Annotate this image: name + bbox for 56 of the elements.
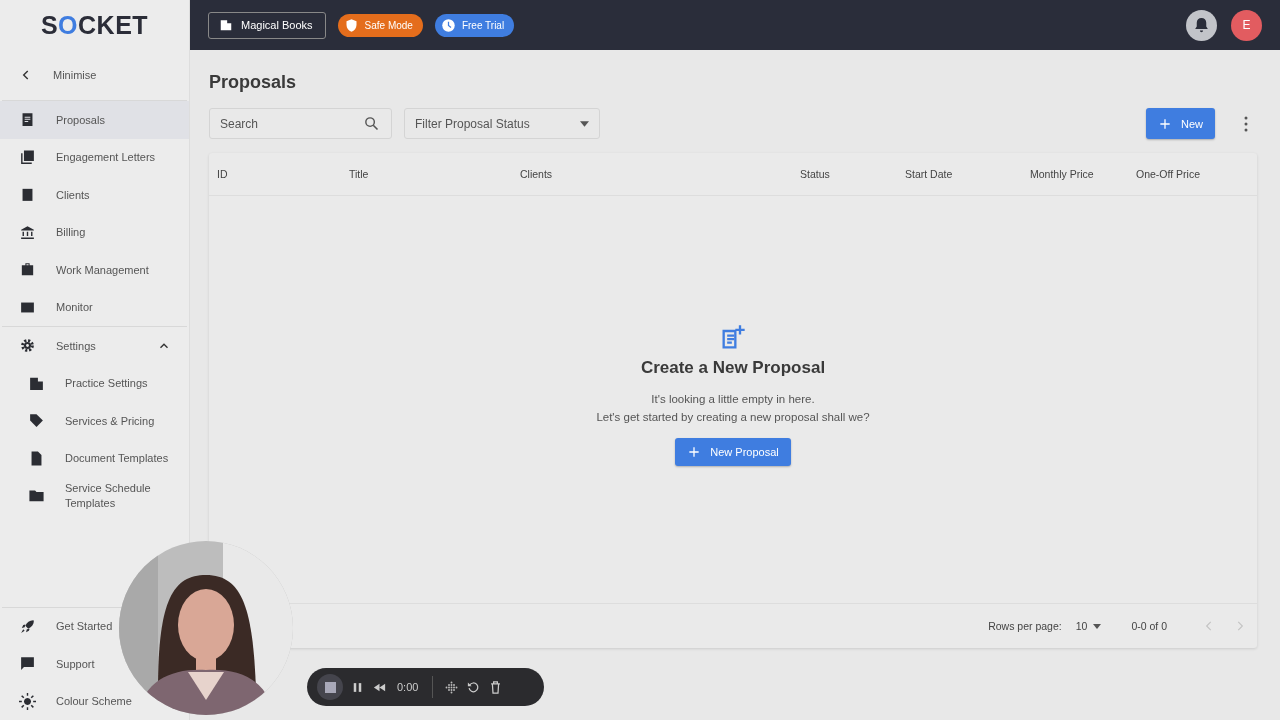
page-range: 0-0 of 0 [1131, 620, 1167, 632]
column-header[interactable]: Monthly Price [1030, 168, 1136, 180]
nav-item[interactable]: Work Management [0, 251, 189, 289]
status-dropdown[interactable]: Filter Proposal Status [404, 108, 600, 139]
new-proposal-button[interactable]: New Proposal [675, 438, 791, 466]
dropdown-arrow-icon [1093, 623, 1102, 629]
empty-message: It's looking a little empty in here. [651, 392, 815, 407]
new-button[interactable]: New [1146, 108, 1215, 139]
status-badge[interactable]: Free Trial [434, 13, 515, 37]
nav-item[interactable]: Practice Settings [0, 364, 189, 402]
search-field[interactable]: Search [209, 108, 392, 139]
column-header[interactable]: Start Date [905, 168, 1030, 180]
gear-icon [19, 337, 36, 355]
letters-icon [19, 148, 36, 166]
plus-icon [1158, 116, 1172, 131]
clock-icon [440, 17, 456, 33]
building-icon [219, 18, 233, 32]
stop-button[interactable] [317, 674, 343, 700]
rocket-icon[interactable] [19, 617, 36, 635]
sun-icon[interactable] [19, 692, 36, 710]
practice-button[interactable]: Magical Books [208, 11, 326, 39]
tag-icon [28, 412, 45, 430]
logo: SOCKET [40, 10, 149, 40]
column-header[interactable]: Status [800, 168, 905, 180]
notifications-button[interactable] [1186, 9, 1217, 41]
search-icon [363, 115, 380, 132]
more-icon[interactable] [1243, 114, 1249, 133]
page-title: Proposals [209, 72, 298, 93]
nav-item[interactable]: Service Schedule Templates [0, 477, 189, 515]
rows-per-page-select[interactable]: 10 [1075, 620, 1102, 632]
nav-item[interactable]: Monitor [0, 288, 189, 326]
rows-per-page-label: Rows per page: [988, 620, 1062, 632]
bank-icon [19, 223, 36, 241]
column-header[interactable]: ID [217, 168, 349, 180]
nav-item[interactable]: Proposals [0, 101, 189, 139]
minimise-link[interactable]: Minimise [53, 67, 97, 83]
plus-icon [687, 445, 702, 459]
nav-link[interactable]: Support [56, 656, 95, 671]
empty-message: Let's get started by creating a new proposal shall we? [596, 410, 870, 425]
column-header[interactable]: Title [349, 168, 520, 180]
nav-item[interactable]: Document Templates [0, 439, 189, 477]
column-header[interactable]: Clients [520, 168, 800, 180]
grid-icon[interactable] [444, 679, 460, 695]
bell-icon [1192, 15, 1211, 35]
dropdown-arrow-icon [580, 120, 589, 127]
user-avatar[interactable]: E [1231, 9, 1262, 41]
column-header[interactable]: One-Off Price [1136, 168, 1246, 180]
nav-link[interactable]: Get Started [56, 619, 113, 634]
nav-item[interactable]: Clients [0, 176, 189, 214]
nav-item[interactable]: Services & Pricing [0, 402, 189, 440]
settings-group[interactable]: Settings [56, 338, 137, 353]
empty-heading: Create a New Proposal [640, 358, 826, 378]
recording-time: 0:00 [397, 681, 419, 693]
nav-link[interactable]: Colour Scheme [56, 694, 132, 709]
nav-item[interactable]: Billing [0, 213, 189, 251]
nav-item[interactable]: Engagement Letters [0, 138, 189, 176]
